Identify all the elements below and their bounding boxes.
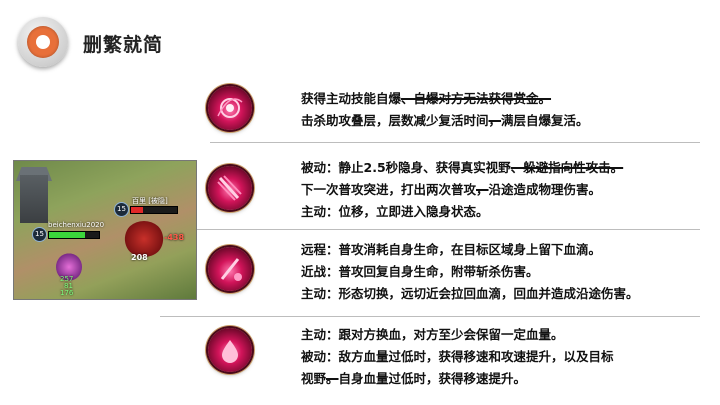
player-hp-bar [48,231,100,239]
skill-4-line-3: 视野。自身血量过低时，获得移速提升。 [301,368,614,390]
section-logo-icon [18,17,68,67]
divider [195,229,700,230]
logo-ring [27,26,59,58]
line-segment: 主动：位移，立即进入隐身状态。 [301,204,489,219]
skill-4-blood-swap-icon [208,328,252,372]
skill-2-line-3: 主动：位移，立即进入隐身状态。 [301,201,623,223]
struck-segment: 。 [326,371,339,386]
gameplay-screenshot: 15 beichenxiu2020 15 百里 [被隐] 208 -438 25… [13,160,197,300]
skill-1-line-1: 获得主动技能自爆、自爆对方无法获得赏金。 [301,88,589,110]
player-hp-fill [49,232,85,238]
line-segment: 视野 [301,371,327,386]
line-segment: 满层自爆复活。 [501,113,589,128]
divider [160,316,700,317]
skill-3-line-2: 近战：普攻回复自身生命，附带斩杀伤害。 [301,261,639,283]
damage-number: 208 [131,253,148,262]
struck-segment: ， [476,182,489,197]
enemy-level-badge: 15 [114,202,129,217]
line-segment: 远程：普攻消耗自身生命，在目标区域身上留下血滴。 [301,242,602,257]
struck-segment: 、躲避指向性攻击。 [510,160,624,175]
skill-4-line-2: 被动：敌方血量过低时，获得移速和攻速提升，以及目标 [301,346,614,368]
enemy-hp-bar [130,206,178,214]
skill-4-line-1: 主动：跟对方换血，对方至少会保留一定血量。 [301,324,614,346]
line-segment: 主动：形态切换，远切近会拉回血滴，回血并造成沿途伤害。 [301,286,639,301]
skill-1-description: 获得主动技能自爆、自爆对方无法获得赏金。 击杀助攻叠层，层数减少复活时间，满层自… [301,88,589,132]
line-segment: 下一次普攻突进，打出两次普攻 [301,182,477,197]
player-level-badge: 15 [32,227,47,242]
line-segment: 自身血量过低时，获得移速提升。 [338,371,527,386]
skill-1-line-2: 击杀助攻叠层，层数减少复活时间，满层自爆复活。 [301,110,589,132]
line-segment: 获得主动技能自爆 [301,91,402,106]
skill-2-claw-strike-icon [208,166,252,210]
skill-2-description: 被动：静止2.5秒隐身、获得真实视野、躲避指向性攻击。 下一次普攻突进，打出两次… [301,157,623,223]
page-title: 删繁就简 [83,34,164,56]
divider [210,142,700,143]
line-segment: 被动：静止2.5秒隐身、获得真实视野 [301,160,511,175]
skill-4-description: 主动：跟对方换血，对方至少会保留一定血量。 被动：敌方血量过低时，获得移速和攻速… [301,324,614,390]
enemy-hero [124,221,164,257]
player-name: beichenxiu2020 [48,221,105,229]
enemy-name: 百里 [被隐] [132,197,168,205]
skill-3-blood-blade-icon [208,247,252,291]
skill-2-line-2: 下一次普攻突进，打出两次普攻，沿途造成物理伤害。 [301,179,623,201]
logo-core [36,35,50,49]
stat-value: 176 [60,289,74,297]
struck-segment: 、自爆对方无法获得赏金。 [401,91,552,106]
skill-3-line-1: 远程：普攻消耗自身生命，在目标区域身上留下血滴。 [301,239,639,261]
line-segment: 近战：普攻回复自身生命，附带斩杀伤害。 [301,264,539,279]
skill-2-line-1: 被动：静止2.5秒隐身、获得真实视野、躲避指向性攻击。 [301,157,623,179]
enemy-hp-fill [131,207,143,213]
tower-base [20,175,48,223]
skill-3-line-3: 主动：形态切换，远切近会拉回血滴，回血并造成沿途伤害。 [301,283,639,305]
line-segment: 主动：跟对方换血，对方至少会保留一定血量。 [301,327,564,342]
struck-segment: ， [488,113,502,128]
damage-number: -438 [164,233,185,242]
line-segment: 击杀助攻叠层，层数减少复活时间 [301,113,489,128]
line-segment: 被动：敌方血量过低时，获得移速和攻速提升，以及目标 [301,349,614,364]
skill-3-description: 远程：普攻消耗自身生命，在目标区域身上留下血滴。 近战：普攻回复自身生命，附带斩… [301,239,639,305]
skill-1-spiral-blood-icon [208,86,252,130]
line-segment: 沿途造成物理伤害。 [488,182,602,197]
